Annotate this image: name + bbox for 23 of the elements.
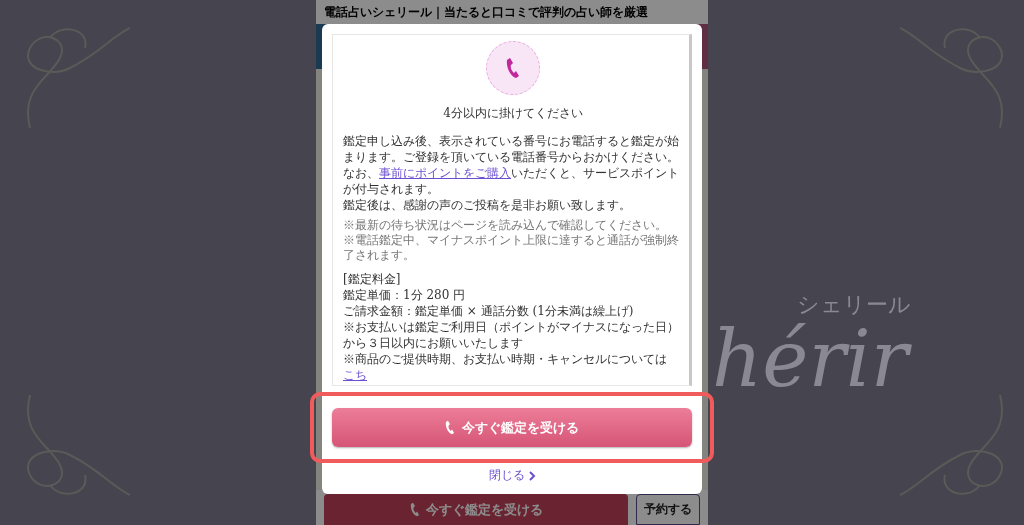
- phone-icon: [409, 502, 420, 517]
- phone-icon: [506, 57, 520, 79]
- reserve-button[interactable]: 予約する: [636, 494, 700, 525]
- note-text: ※最新の待ち状況はページを読み込んで確認してください。: [343, 218, 668, 233]
- call-now-button[interactable]: 今すぐ鑑定を受ける: [332, 408, 692, 447]
- fee-text: ※お支払いは鑑定ご利用日（ポイントがマイナスになった日）から３日以内にお願いいたします: [343, 319, 680, 351]
- close-link[interactable]: 閉じる: [488, 467, 536, 484]
- logo-kana: シェリール: [797, 291, 911, 319]
- text-link[interactable]: 事前にポイントをご購入: [379, 166, 511, 180]
- page-title: 電話占いシェリール｜当たると口コミで評判の占い師を厳選: [316, 0, 708, 24]
- fee-text: ※商品のご提供時期、お支払い時期・キャンセルについては こち: [343, 351, 668, 383]
- phone-icon: [445, 420, 455, 435]
- note-text: ※電話鑑定中、マイナスポイント上限に達すると通話が強制終了されます。: [343, 233, 680, 263]
- fee-text: ご請求金額：鑑定単価 × 通話分数 (1分未満は繰上げ): [343, 303, 635, 319]
- call-now-button[interactable]: 今すぐ鑑定を受ける: [324, 494, 628, 525]
- info-paragraph: なお、事前にポイントをご購入いただくと、サービスポイントが付与されます。: [343, 165, 680, 197]
- info-paragraph: 鑑定後は、感謝の声のご投稿を是非お願い致します。: [343, 197, 632, 213]
- chevron-right-icon: [528, 470, 536, 481]
- fee-text: [鑑定料金]: [343, 271, 402, 287]
- text-link[interactable]: こち: [343, 368, 367, 382]
- fee-text: 鑑定単価：1分 280 円: [343, 287, 467, 303]
- modal-heading: 4分以内に掛けてください: [442, 105, 584, 121]
- info-paragraph: 鑑定申し込み後、表示されている番号にお電話すると鑑定が始まります。ご登録を頂いている電話番号からおかけください。: [343, 133, 680, 165]
